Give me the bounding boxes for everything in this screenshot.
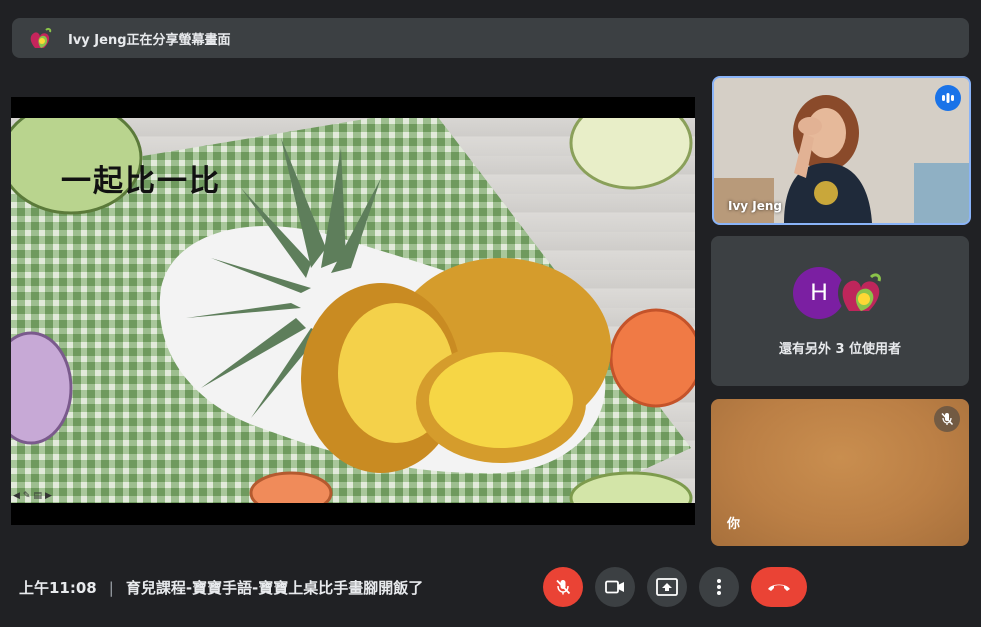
prev-slide-icon[interactable]: ◀ [13, 491, 20, 501]
shared-screen[interactable]: 一起比一比 ◀ ✎ ▤ ▶ [11, 97, 695, 525]
participant-tile-you[interactable]: 你 [711, 399, 969, 546]
mic-off-icon [556, 579, 571, 595]
baby-sign-logo-icon [837, 267, 889, 319]
next-slide-icon[interactable]: ▶ [45, 491, 52, 501]
present-now-button[interactable] [647, 567, 687, 607]
menu-icon[interactable]: ▤ [33, 491, 42, 501]
pen-icon[interactable]: ✎ [23, 491, 31, 501]
more-vert-icon [717, 579, 721, 595]
presenting-text: Ivy Jeng正在分享螢幕畫面 [68, 32, 231, 48]
others-count-label: 還有另外 3 位使用者 [778, 342, 902, 357]
slide-nav-controls[interactable]: ◀ ✎ ▤ ▶ [13, 491, 52, 501]
clock: 上午11:08 [19, 579, 97, 597]
meeting-title: 育兒課程-寶寶手語-寶寶上桌比手畫腳開飯了 [125, 579, 424, 597]
presenting-banner: Ivy Jeng正在分享螢幕畫面 [12, 18, 969, 58]
slide: 一起比一比 ◀ ✎ ▤ ▶ [11, 118, 695, 503]
participant-tile-ivy[interactable]: Ivy Jeng [712, 76, 971, 225]
hang-up-icon [768, 584, 790, 591]
present-screen-icon [656, 578, 678, 596]
others-tile[interactable]: H 還有另外 3 位使用者 [711, 236, 969, 386]
speaking-icon [935, 85, 961, 111]
call-controls [543, 567, 807, 607]
camera-toggle-button[interactable] [595, 567, 635, 607]
camera-icon [605, 580, 624, 594]
more-options-button[interactable] [699, 567, 739, 607]
slide-title: 一起比一比 [61, 164, 221, 199]
mic-toggle-button[interactable] [543, 567, 583, 607]
meeting-info: 上午11:08 | 育兒課程-寶寶手語-寶寶上桌比手畫腳開飯了 [19, 577, 423, 598]
separator: | [108, 578, 114, 597]
mic-off-icon [934, 406, 960, 432]
participant-name: 你 [727, 517, 741, 532]
baby-sign-logo-icon [28, 25, 54, 51]
participant-name: Ivy Jeng [728, 199, 783, 213]
leave-call-button[interactable] [751, 567, 807, 607]
